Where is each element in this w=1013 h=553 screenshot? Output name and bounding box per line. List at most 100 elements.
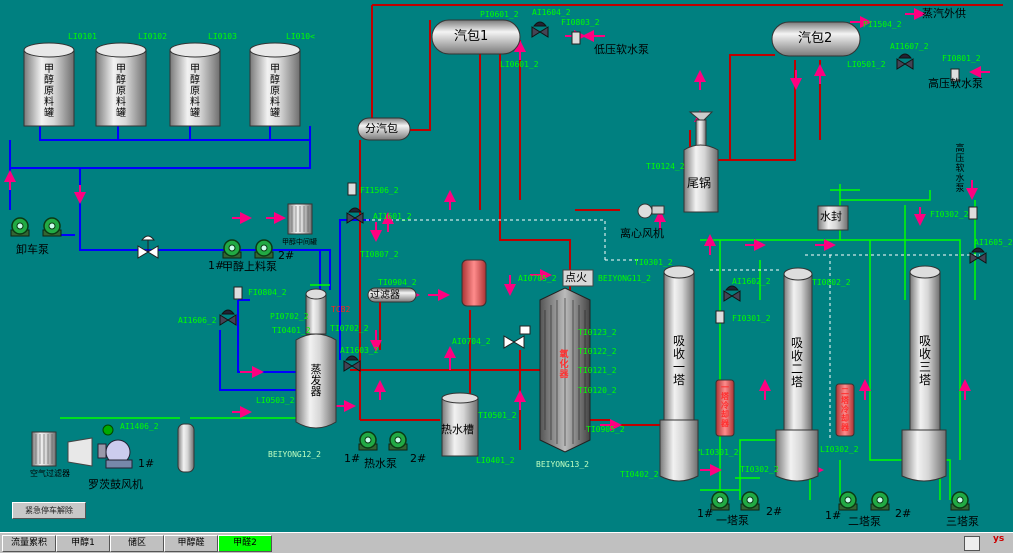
flow-meter-4[interactable] [968,206,978,220]
tag-TI0122[interactable]: TI0122_2 [578,347,617,356]
tag-AI1604[interactable]: AI1604_2 [532,8,571,17]
preheater[interactable] [461,259,487,307]
tag-LI0503[interactable]: LI0503_2 [256,396,295,405]
tag-TI0802[interactable]: TI0802_2 [812,278,851,287]
tag-TI0302[interactable]: TI0302_2 [740,465,779,474]
tank-2-label: 甲醇原料罐 [116,64,126,119]
tag-LI0301[interactable]: LI0301_2 [700,448,739,457]
tag-FI0302[interactable]: FI0302_2 [930,210,969,219]
air-filter[interactable] [31,431,57,467]
tag-TI0402[interactable]: TI0402_2 [620,470,659,479]
pump-3[interactable] [222,239,242,259]
tag-TI0121[interactable]: TI0121_2 [578,366,617,375]
pump-10[interactable] [870,491,890,511]
tag-LI0401[interactable]: LI0401_2 [476,456,515,465]
pump-8[interactable] [740,491,760,511]
tag-AI1406[interactable]: AI1406_2 [120,422,159,431]
control-valve-1[interactable] [531,21,549,38]
tower-2-pump-label: 二塔泵 [848,515,881,528]
ignite-label[interactable]: 点火 [565,272,587,284]
pump-7[interactable] [710,491,730,511]
tag-AI0704[interactable]: AI0704_2 [452,337,491,346]
drum-2-label: 汽包2 [798,31,833,46]
tab-formaldehyde-2[interactable]: 甲醛2 [218,535,272,552]
tag-TI0120[interactable]: TI0120_2 [578,386,617,395]
tag-FI0301[interactable]: FI0301_2 [732,314,771,323]
tag-TI0124[interactable]: TI0124_2 [646,162,685,171]
tag-TI0905[interactable]: TI0905_2 [586,425,625,434]
tower-1-pump-no2: 2# [766,505,783,518]
unload-pump-label: 卸车泵 [16,243,49,256]
control-valve-5[interactable] [343,355,361,372]
tag-AI1603[interactable]: AI1603_2 [340,346,379,355]
tab-flow-total[interactable]: 流量累积 [2,535,56,552]
tag-LI0103: LI0103 [208,32,237,41]
centrifugal-fan[interactable] [637,203,665,219]
tag-TI0301[interactable]: TI0301_2 [634,258,673,267]
tag-AI0705[interactable]: AI0705_2 [518,274,557,283]
tag-FI0803[interactable]: FI0803_2 [561,18,600,27]
pump-11[interactable] [950,491,970,511]
tag-TI0807[interactable]: TI0807_2 [360,250,399,259]
tag-FI0801[interactable]: FI0801_2 [942,54,981,63]
control-valve-6[interactable] [723,285,741,302]
tag-AI1607[interactable]: AI1607_2 [890,42,929,51]
tag-LI0601[interactable]: LI0601_2 [500,60,539,69]
tag-FI0804[interactable]: FI0804_2 [248,288,287,297]
hp-soft-water-label: 高压软水泵 [955,144,965,194]
pump-4[interactable] [254,239,274,259]
pump-9[interactable] [838,491,858,511]
control-valve-2[interactable] [896,53,914,70]
tag-PI0601[interactable]: PI0601_2 [480,10,519,19]
tail-boiler[interactable] [683,111,719,213]
tab-methanol-1[interactable]: 甲醇1 [56,535,110,552]
tag-FI1506[interactable]: FI1506_2 [360,186,399,195]
flow-meter-2[interactable] [233,286,243,300]
tag-TI0702[interactable]: TI0702_2 [330,324,369,333]
tower-3-label: 吸收三塔 [919,334,932,387]
pump-6[interactable] [388,431,408,451]
pump-5[interactable] [358,431,378,451]
tag-PI1504[interactable]: PI1504_2 [863,20,902,29]
tag-TI0904[interactable]: TI0904_2 [378,278,417,287]
control-valve-7[interactable] [969,247,987,264]
instruments [219,21,987,372]
app-icon[interactable] [964,536,980,551]
steam-export-label: 蒸汽外供 [922,7,966,20]
tag-PI0702[interactable]: PI0702_2 [270,312,309,321]
ys-logo: ys [993,534,1005,544]
tag-TI0501[interactable]: TI0501_2 [478,411,517,420]
flow-meter-5[interactable] [571,31,581,45]
tab-storage[interactable]: 储区 [110,535,164,552]
air-cone [67,437,93,467]
tag-AI1602[interactable]: AI1602_2 [732,277,771,286]
air-heater[interactable] [177,423,195,473]
tag-LI0501[interactable]: LI0501_2 [847,60,886,69]
roots-blower[interactable] [97,424,133,469]
drum-1-label: 汽包1 [454,29,489,44]
tag-BEIYONG12: BEIYONG12_2 [268,450,321,459]
hot-water-tank-label: 热水槽 [441,423,474,436]
tag-TI0401[interactable]: TI0401_2 [272,326,311,335]
tab-formaldehyde[interactable]: 甲醇醛 [164,535,218,552]
emergency-stop-reset-button[interactable]: 紧急停车解除 [12,502,86,519]
tag-TI0123[interactable]: TI0123_2 [578,328,617,337]
tag-LI0302[interactable]: LI0302_2 [820,445,859,454]
methanol-intermediate-tank[interactable] [287,203,313,235]
methanol-intermediate-label: 甲醇中间罐 [282,238,317,246]
control-valve-4[interactable] [219,309,237,326]
flow-meter-3[interactable] [715,310,725,324]
tank-1-label: 甲醇原料罐 [44,64,54,119]
check-valve-reactor[interactable] [503,325,531,349]
evaporator[interactable] [295,288,337,429]
tag-LI0101: LI0101 [68,32,97,41]
high-pressure-pump-label: 高压软水泵 [928,77,983,90]
flow-meter-1[interactable] [347,182,357,196]
tag-AI1605[interactable]: AI1605_2 [974,238,1013,247]
pump-2[interactable] [42,217,62,237]
globe-valve[interactable] [137,235,159,259]
tag-AI1601[interactable]: AI1601_2 [373,212,412,221]
tag-AI1606[interactable]: AI1606_2 [178,316,217,325]
pump-1[interactable] [10,217,30,237]
hot-water-pump-no2: 2# [410,452,427,465]
